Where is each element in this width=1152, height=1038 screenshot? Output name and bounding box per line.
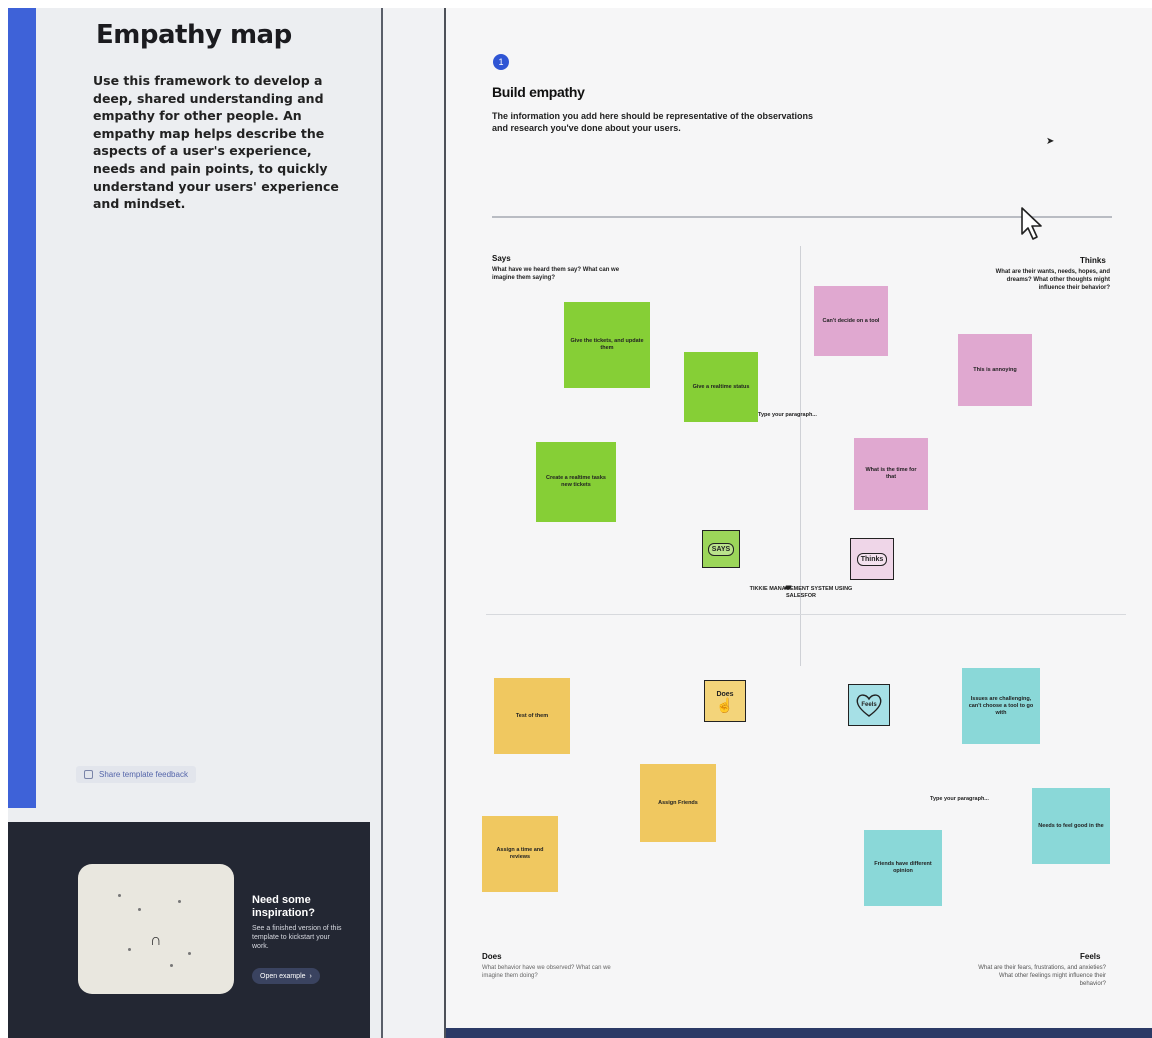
collaborator-cursor-icon: ➤ xyxy=(1046,136,1055,147)
section-divider xyxy=(492,216,1112,218)
sticky-note-does[interactable]: Assign Friends xyxy=(640,764,716,842)
thumb-dot xyxy=(138,908,141,911)
vertical-axis xyxy=(800,246,801,666)
example-thumbnail[interactable]: ∩ xyxy=(78,864,234,994)
share-feedback-link[interactable]: Share template feedback xyxy=(76,766,196,783)
note-text: Give the tickets, and update them xyxy=(570,338,644,351)
thinks-quadrant-title: Thinks xyxy=(1080,256,1106,265)
thumb-dot xyxy=(118,894,121,897)
share-feedback-label: Share template feedback xyxy=(99,770,188,779)
open-example-label: Open example xyxy=(260,972,306,980)
sticky-note-does[interactable]: Assign a time and reviews xyxy=(482,816,558,892)
panel-title: Empathy map xyxy=(96,20,292,50)
sticky-note-thinks[interactable]: What is the time for that xyxy=(854,438,928,510)
note-text: This is annoying xyxy=(973,366,1017,373)
sticky-note-feels[interactable]: Friends have different opinion xyxy=(864,830,942,906)
sticky-note-feels[interactable]: Needs to feel good in the xyxy=(1032,788,1110,864)
feedback-icon xyxy=(84,770,93,779)
does-tag[interactable]: Does ☝ xyxy=(704,680,746,722)
inspiration-description: See a finished version of this template … xyxy=(252,925,342,950)
thought-bubble-icon: Thinks xyxy=(856,552,888,566)
sticky-note-says[interactable]: Give a realtime status xyxy=(684,352,758,422)
note-text: Friends have different opinion xyxy=(874,861,932,874)
says-tag[interactable]: SAYS xyxy=(702,530,740,568)
thumb-dot xyxy=(188,952,191,955)
thumb-dot xyxy=(178,900,181,903)
note-text: What is the time for that xyxy=(865,467,917,480)
feels-quadrant-subtitle: What are their fears, frustrations, and … xyxy=(978,965,1106,987)
inspiration-title: Need some inspiration? xyxy=(252,894,315,919)
feels-tag-label: Feels xyxy=(861,702,877,708)
sticky-note-feels[interactable]: Issues are challenging, can't choose a t… xyxy=(962,668,1040,744)
feels-tag[interactable]: Feels xyxy=(848,684,890,726)
note-text: Give a realtime status xyxy=(692,383,750,390)
hand-pointer-icon: ☝ xyxy=(716,696,734,713)
step-badge: 1 xyxy=(493,54,509,70)
sticky-note-does[interactable]: Test of them xyxy=(494,678,570,754)
does-quadrant-subtitle: What behavior have we observed? What can… xyxy=(482,965,611,979)
thumbnail-figure-icon: ∩ xyxy=(150,932,162,949)
board-title: Build empathy xyxy=(492,84,585,100)
inspiration-card: ∩ Need some inspiration? See a finished … xyxy=(8,822,370,1038)
does-quadrant-title: Does xyxy=(482,952,502,961)
board-description: The information you add here should be r… xyxy=(492,111,814,133)
bottom-toolbar-edge xyxy=(446,1028,1152,1038)
note-text: Needs to feel good in the xyxy=(1038,822,1104,829)
note-text: Test of them xyxy=(515,712,549,719)
panel-description: Use this framework to develop a deep, sh… xyxy=(93,73,339,212)
thumb-dot xyxy=(170,964,173,967)
chat-icon: SAYS xyxy=(707,542,735,556)
arrow-right-icon: › xyxy=(309,972,312,980)
thinks-quadrant-subtitle: What are their wants, needs, hopes, and … xyxy=(995,269,1110,291)
open-example-button[interactable]: Open example › xyxy=(252,968,320,984)
note-text: Can't decide on a tool xyxy=(822,317,880,324)
cursor-arrow-icon xyxy=(1021,207,1042,240)
note-text: Create a realtime tasks new tickets xyxy=(546,475,606,488)
sticky-note-says[interactable]: Create a realtime tasks new tickets xyxy=(536,442,616,522)
sticky-note-says[interactable]: Give the tickets, and update them xyxy=(564,302,650,388)
paragraph-text[interactable]: Type your paragraph... xyxy=(758,412,817,418)
note-text: Issues are challenging, can't choose a t… xyxy=(968,695,1034,716)
sticky-note-thinks[interactable]: Can't decide on a tool xyxy=(814,286,888,356)
accent-bar xyxy=(8,8,36,808)
says-quadrant-subtitle: What have we heard them say? What can we… xyxy=(492,267,620,281)
template-sidebar: Empathy map Use this framework to develo… xyxy=(8,8,383,1038)
screen: Empathy map Use this framework to develo… xyxy=(8,8,1152,1038)
says-quadrant-title: Says xyxy=(492,254,511,263)
horizontal-axis xyxy=(486,614,1126,615)
note-text: Assign a time and reviews xyxy=(496,847,544,860)
paragraph-text[interactable]: Type your paragraph... xyxy=(930,796,989,802)
empathy-board[interactable]: 1 Build empathy The information you add … xyxy=(444,8,1152,1038)
thumb-dot xyxy=(128,948,131,951)
note-text: Assign Friends xyxy=(658,799,698,806)
feels-quadrant-title: Feels xyxy=(1080,952,1101,961)
center-topic-label: TIKKIE MANAGEMENT SYSTEM USING SALESFOR xyxy=(749,586,853,599)
sticky-note-thinks[interactable]: This is annoying xyxy=(958,334,1032,406)
thinks-tag[interactable]: Thinks xyxy=(850,538,894,580)
